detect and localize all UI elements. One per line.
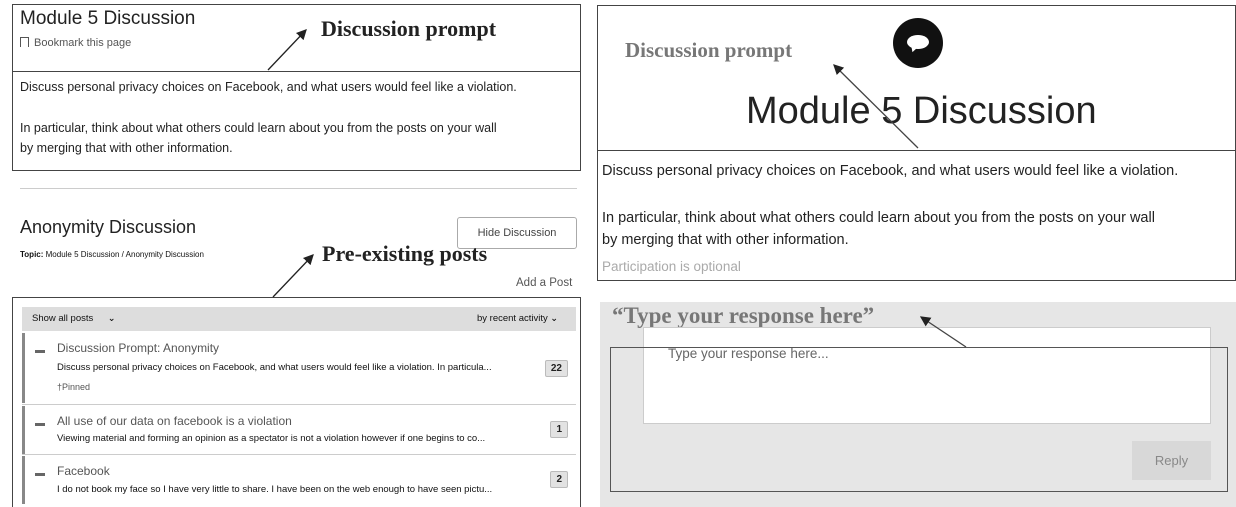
- arrow-discussion-prompt-left: [267, 29, 307, 71]
- annotation-arrows: [267, 29, 967, 348]
- arrow-type-response: [919, 316, 967, 348]
- arrow-discussion-prompt-right: [833, 64, 919, 149]
- arrow-preexisting-posts: [272, 254, 314, 298]
